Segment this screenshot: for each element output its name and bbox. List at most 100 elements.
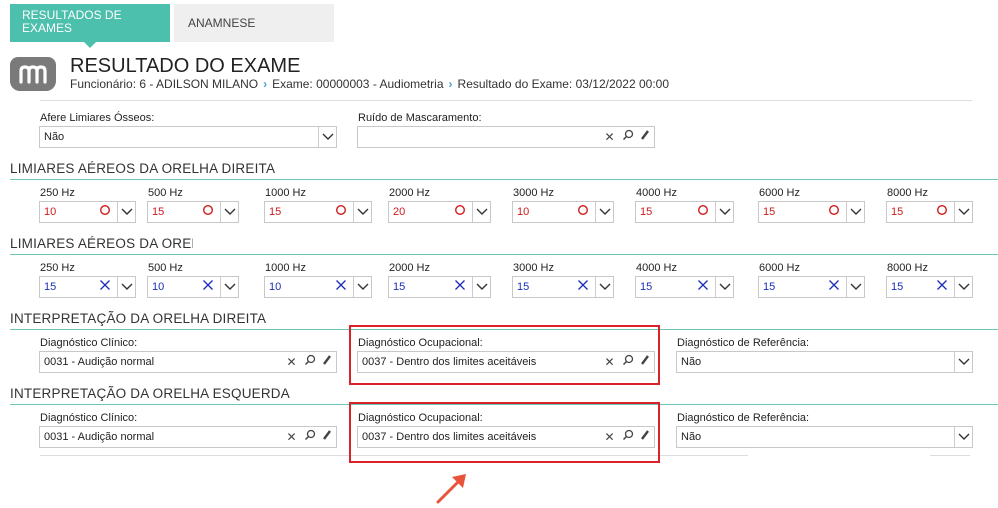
- edit-icon[interactable]: [636, 127, 653, 147]
- masking-input[interactable]: ✕: [357, 126, 655, 148]
- arrow-icon: [436, 474, 466, 504]
- left_air-threshold-value: 15: [517, 281, 530, 293]
- highlight-box: [349, 402, 660, 463]
- left_air-threshold-value: 15: [763, 281, 776, 293]
- right_air-threshold-select[interactable]: 20: [388, 201, 491, 223]
- tab-results[interactable]: RESULTADOS DE EXAMES: [10, 4, 170, 48]
- right_air-threshold-select[interactable]: 10: [39, 201, 136, 223]
- left_air-freq-label: 3000 Hz: [513, 262, 554, 274]
- right_air-threshold-value: 10: [517, 206, 530, 218]
- right_air-freq-label: 2000 Hz: [389, 187, 430, 199]
- x-icon: [332, 277, 349, 297]
- chevron-down-icon[interactable]: [595, 277, 613, 297]
- left-reference-label: Diagnóstico de Referência:: [677, 412, 810, 424]
- left_air-threshold-value: 10: [152, 281, 165, 293]
- chevron-down-icon[interactable]: [954, 427, 972, 447]
- right-reference-select[interactable]: Não: [676, 351, 973, 373]
- masking-label: Ruído de Mascaramento:: [358, 112, 482, 124]
- chevron-down-icon[interactable]: [220, 202, 238, 222]
- right_air-threshold-value: 10: [44, 206, 57, 218]
- left_air-freq-label: 4000 Hz: [636, 262, 677, 274]
- left_air-freq-label: 6000 Hz: [759, 262, 800, 274]
- chevron-right-icon: ›: [448, 77, 453, 91]
- section-right-air: LIMIARES AÉREOS DA ORELHA DIREITA: [10, 161, 276, 176]
- left_air-threshold-select[interactable]: 15: [388, 276, 491, 298]
- right_air-threshold-value: 15: [269, 206, 282, 218]
- bone-select[interactable]: Não: [39, 126, 337, 148]
- search-icon[interactable]: [301, 427, 318, 447]
- right_air-threshold-select[interactable]: 15: [758, 201, 865, 223]
- left_air-threshold-value: 10: [269, 281, 282, 293]
- circle-icon: [825, 202, 842, 222]
- right_air-threshold-select[interactable]: 15: [147, 201, 239, 223]
- breadcrumb-employee[interactable]: Funcionário: 6 - ADILSON MILANO: [70, 77, 258, 91]
- chevron-down-icon[interactable]: [353, 277, 371, 297]
- chevron-down-icon[interactable]: [954, 202, 972, 222]
- left-reference-value: Não: [681, 431, 702, 443]
- breadcrumb: Funcionário: 6 - ADILSON MILANO › Exame: 0…: [70, 77, 669, 91]
- x-icon: [825, 277, 842, 297]
- circle-icon: [199, 202, 216, 222]
- edit-icon[interactable]: [318, 427, 335, 447]
- clear-icon[interactable]: ✕: [283, 352, 300, 372]
- search-icon[interactable]: [619, 127, 636, 147]
- chevron-down-icon[interactable]: [846, 202, 864, 222]
- left-reference-select[interactable]: Não: [676, 426, 973, 448]
- right_air-freq-label: 250 Hz: [40, 187, 75, 199]
- edit-icon[interactable]: [318, 352, 335, 372]
- left_air-threshold-select[interactable]: 15: [39, 276, 136, 298]
- clear-icon[interactable]: ✕: [601, 127, 618, 147]
- right_air-freq-label: 4000 Hz: [636, 187, 677, 199]
- app-logo-icon: [10, 57, 56, 91]
- left_air-threshold-select[interactable]: 15: [512, 276, 614, 298]
- chevron-down-icon[interactable]: [472, 202, 490, 222]
- left_air-freq-label: 250 Hz: [40, 262, 75, 274]
- right-clinical-label: Diagnóstico Clínico:: [40, 337, 138, 349]
- clear-icon[interactable]: ✕: [283, 427, 300, 447]
- tab-anamnese[interactable]: ANAMNESE: [174, 4, 334, 42]
- right_air-threshold-select[interactable]: 15: [886, 201, 973, 223]
- chevron-down-icon[interactable]: [117, 277, 135, 297]
- breadcrumb-exam[interactable]: Exame: 00000003 - Audiometria: [272, 77, 443, 91]
- left_air-freq-label: 8000 Hz: [887, 262, 928, 274]
- left_air-threshold-select[interactable]: 15: [758, 276, 865, 298]
- chevron-down-icon[interactable]: [954, 277, 972, 297]
- bone-label: Afere Limiares Ósseos:: [40, 112, 155, 124]
- chevron-down-icon[interactable]: [318, 127, 336, 147]
- left-clinical-input[interactable]: 0031 - Audição normal ✕: [39, 426, 337, 448]
- left_air-threshold-select[interactable]: 15: [635, 276, 734, 298]
- breadcrumb-result: Resultado do Exame: 03/12/2022 00:00: [457, 77, 670, 91]
- right_air-freq-label: 3000 Hz: [513, 187, 554, 199]
- left-clinical-value: 0031 - Audição normal: [44, 431, 155, 443]
- right-clinical-input[interactable]: 0031 - Audição normal ✕: [39, 351, 337, 373]
- circle-icon: [96, 202, 113, 222]
- right_air-threshold-value: 15: [152, 206, 165, 218]
- chevron-down-icon[interactable]: [715, 202, 733, 222]
- section-divider: [10, 179, 998, 180]
- x-icon: [694, 277, 711, 297]
- chevron-down-icon[interactable]: [353, 202, 371, 222]
- chevron-down-icon[interactable]: [846, 277, 864, 297]
- right-reference-value: Não: [681, 356, 702, 368]
- left_air-threshold-select[interactable]: 15: [886, 276, 973, 298]
- highlight-box: [349, 325, 660, 385]
- chevron-down-icon[interactable]: [220, 277, 238, 297]
- chevron-down-icon[interactable]: [117, 202, 135, 222]
- page-title: RESULTADO DO EXAME: [70, 55, 301, 77]
- x-icon: [574, 277, 591, 297]
- left_air-threshold-select[interactable]: 10: [264, 276, 372, 298]
- left_air-threshold-value: 15: [891, 281, 904, 293]
- search-icon[interactable]: [301, 352, 318, 372]
- right_air-freq-label: 1000 Hz: [265, 187, 306, 199]
- circle-icon: [332, 202, 349, 222]
- left_air-threshold-select[interactable]: 10: [147, 276, 239, 298]
- right_air-threshold-select[interactable]: 10: [512, 201, 614, 223]
- left_air-freq-label: 1000 Hz: [265, 262, 306, 274]
- chevron-down-icon[interactable]: [715, 277, 733, 297]
- x-icon: [199, 277, 216, 297]
- right_air-threshold-select[interactable]: 15: [264, 201, 372, 223]
- chevron-down-icon[interactable]: [954, 352, 972, 372]
- right_air-threshold-select[interactable]: 15: [635, 201, 734, 223]
- chevron-down-icon[interactable]: [472, 277, 490, 297]
- chevron-down-icon[interactable]: [595, 202, 613, 222]
